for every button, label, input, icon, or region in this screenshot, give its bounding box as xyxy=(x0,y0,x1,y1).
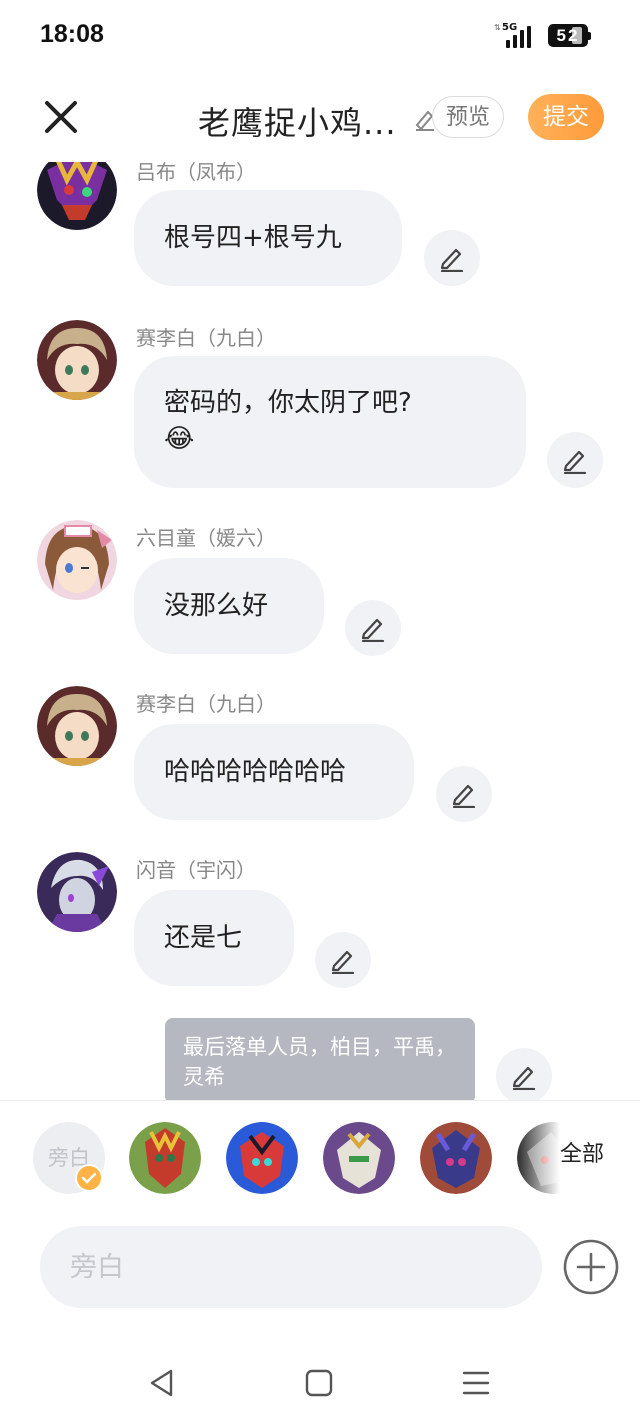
submit-button[interactable]: 提交 xyxy=(528,94,604,140)
pencil-icon xyxy=(512,1066,536,1090)
message-bubble[interactable]: 密码的，你太阴了吧? 😂 xyxy=(134,356,526,488)
pencil-icon xyxy=(361,618,385,642)
close-icon xyxy=(45,101,77,133)
character-avatar[interactable] xyxy=(226,1122,298,1194)
message-bubble[interactable]: 没那么好 xyxy=(134,558,324,654)
scroll-fade xyxy=(520,1101,560,1211)
close-button[interactable] xyxy=(38,94,84,140)
narration-text: 最后落单人员，柏目，平禹，灵希 xyxy=(183,1035,456,1089)
avatar[interactable] xyxy=(37,686,117,766)
page-title: 老鹰捉小鸡... xyxy=(198,104,397,142)
pencil-icon xyxy=(331,950,355,974)
pencil-icon xyxy=(440,248,464,272)
avatar[interactable] xyxy=(37,852,117,932)
narrator-option[interactable]: 旁白 xyxy=(33,1122,105,1194)
sender-name: 吕布（凤布） xyxy=(136,162,256,184)
character-avatar[interactable] xyxy=(129,1122,201,1194)
avatar[interactable] xyxy=(37,162,117,230)
sender-name: 赛李白（九白） xyxy=(136,326,276,350)
status-bar: 18:08 ⇅ 5G 52 xyxy=(0,0,640,72)
edit-message-button[interactable] xyxy=(345,600,401,656)
message-text: 密码的，你太阴了吧? xyxy=(164,388,412,418)
pencil-icon xyxy=(563,450,587,474)
avatar[interactable] xyxy=(37,320,117,400)
add-button[interactable] xyxy=(563,1239,619,1295)
edit-narration-button[interactable] xyxy=(496,1048,552,1100)
all-characters-button[interactable]: 全部 xyxy=(560,1101,640,1211)
sender-name: 赛李白（九白） xyxy=(136,692,276,716)
edit-message-button[interactable] xyxy=(315,932,371,988)
message-text: 还是七 xyxy=(164,923,243,953)
edit-message-button[interactable] xyxy=(424,230,480,286)
message-bubble[interactable]: 根号四+根号九 xyxy=(134,190,402,286)
character-selector: 旁白 全部 xyxy=(0,1100,640,1211)
message-text: 哈哈哈哈哈哈哈 xyxy=(164,757,347,787)
plus-circle-icon xyxy=(563,1239,619,1295)
message-text: 根号四+根号九 xyxy=(164,223,342,253)
sender-name: 六目童（媛六） xyxy=(136,526,276,550)
battery-icon: 52 xyxy=(548,24,591,47)
character-avatar[interactable] xyxy=(323,1122,395,1194)
header: 老鹰捉小鸡... 预览 提交 xyxy=(0,72,640,162)
message-text: 没那么好 xyxy=(164,591,269,621)
system-nav-bar xyxy=(0,1340,640,1426)
message-bubble[interactable]: 还是七 xyxy=(134,890,294,986)
edit-message-button[interactable] xyxy=(436,766,492,822)
home-icon[interactable] xyxy=(302,1366,336,1400)
narration-bubble[interactable]: 最后落单人员，柏目，平禹，灵希 xyxy=(165,1018,475,1100)
chat-area[interactable]: 吕布（凤布） 根号四+根号九 赛李白（九白） 密码的，你太阴了吧? 😂 六目童（… xyxy=(0,162,640,1100)
status-time: 18:08 xyxy=(40,20,104,48)
battery-level: 52 xyxy=(556,26,580,45)
back-icon[interactable] xyxy=(145,1366,179,1400)
preview-button[interactable]: 预览 xyxy=(432,96,504,138)
edit-message-button[interactable] xyxy=(547,432,603,488)
avatar[interactable] xyxy=(37,520,117,600)
signal-icon: ⇅ 5G xyxy=(494,22,540,50)
pencil-icon xyxy=(452,784,476,808)
check-icon xyxy=(75,1164,103,1192)
emoji: 😂 xyxy=(164,424,195,454)
message-bubble[interactable]: 哈哈哈哈哈哈哈 xyxy=(134,724,414,820)
message-input[interactable] xyxy=(40,1226,542,1308)
sender-name: 闪音（宇闪） xyxy=(136,858,256,882)
character-avatar[interactable] xyxy=(420,1122,492,1194)
menu-icon[interactable] xyxy=(459,1366,493,1400)
